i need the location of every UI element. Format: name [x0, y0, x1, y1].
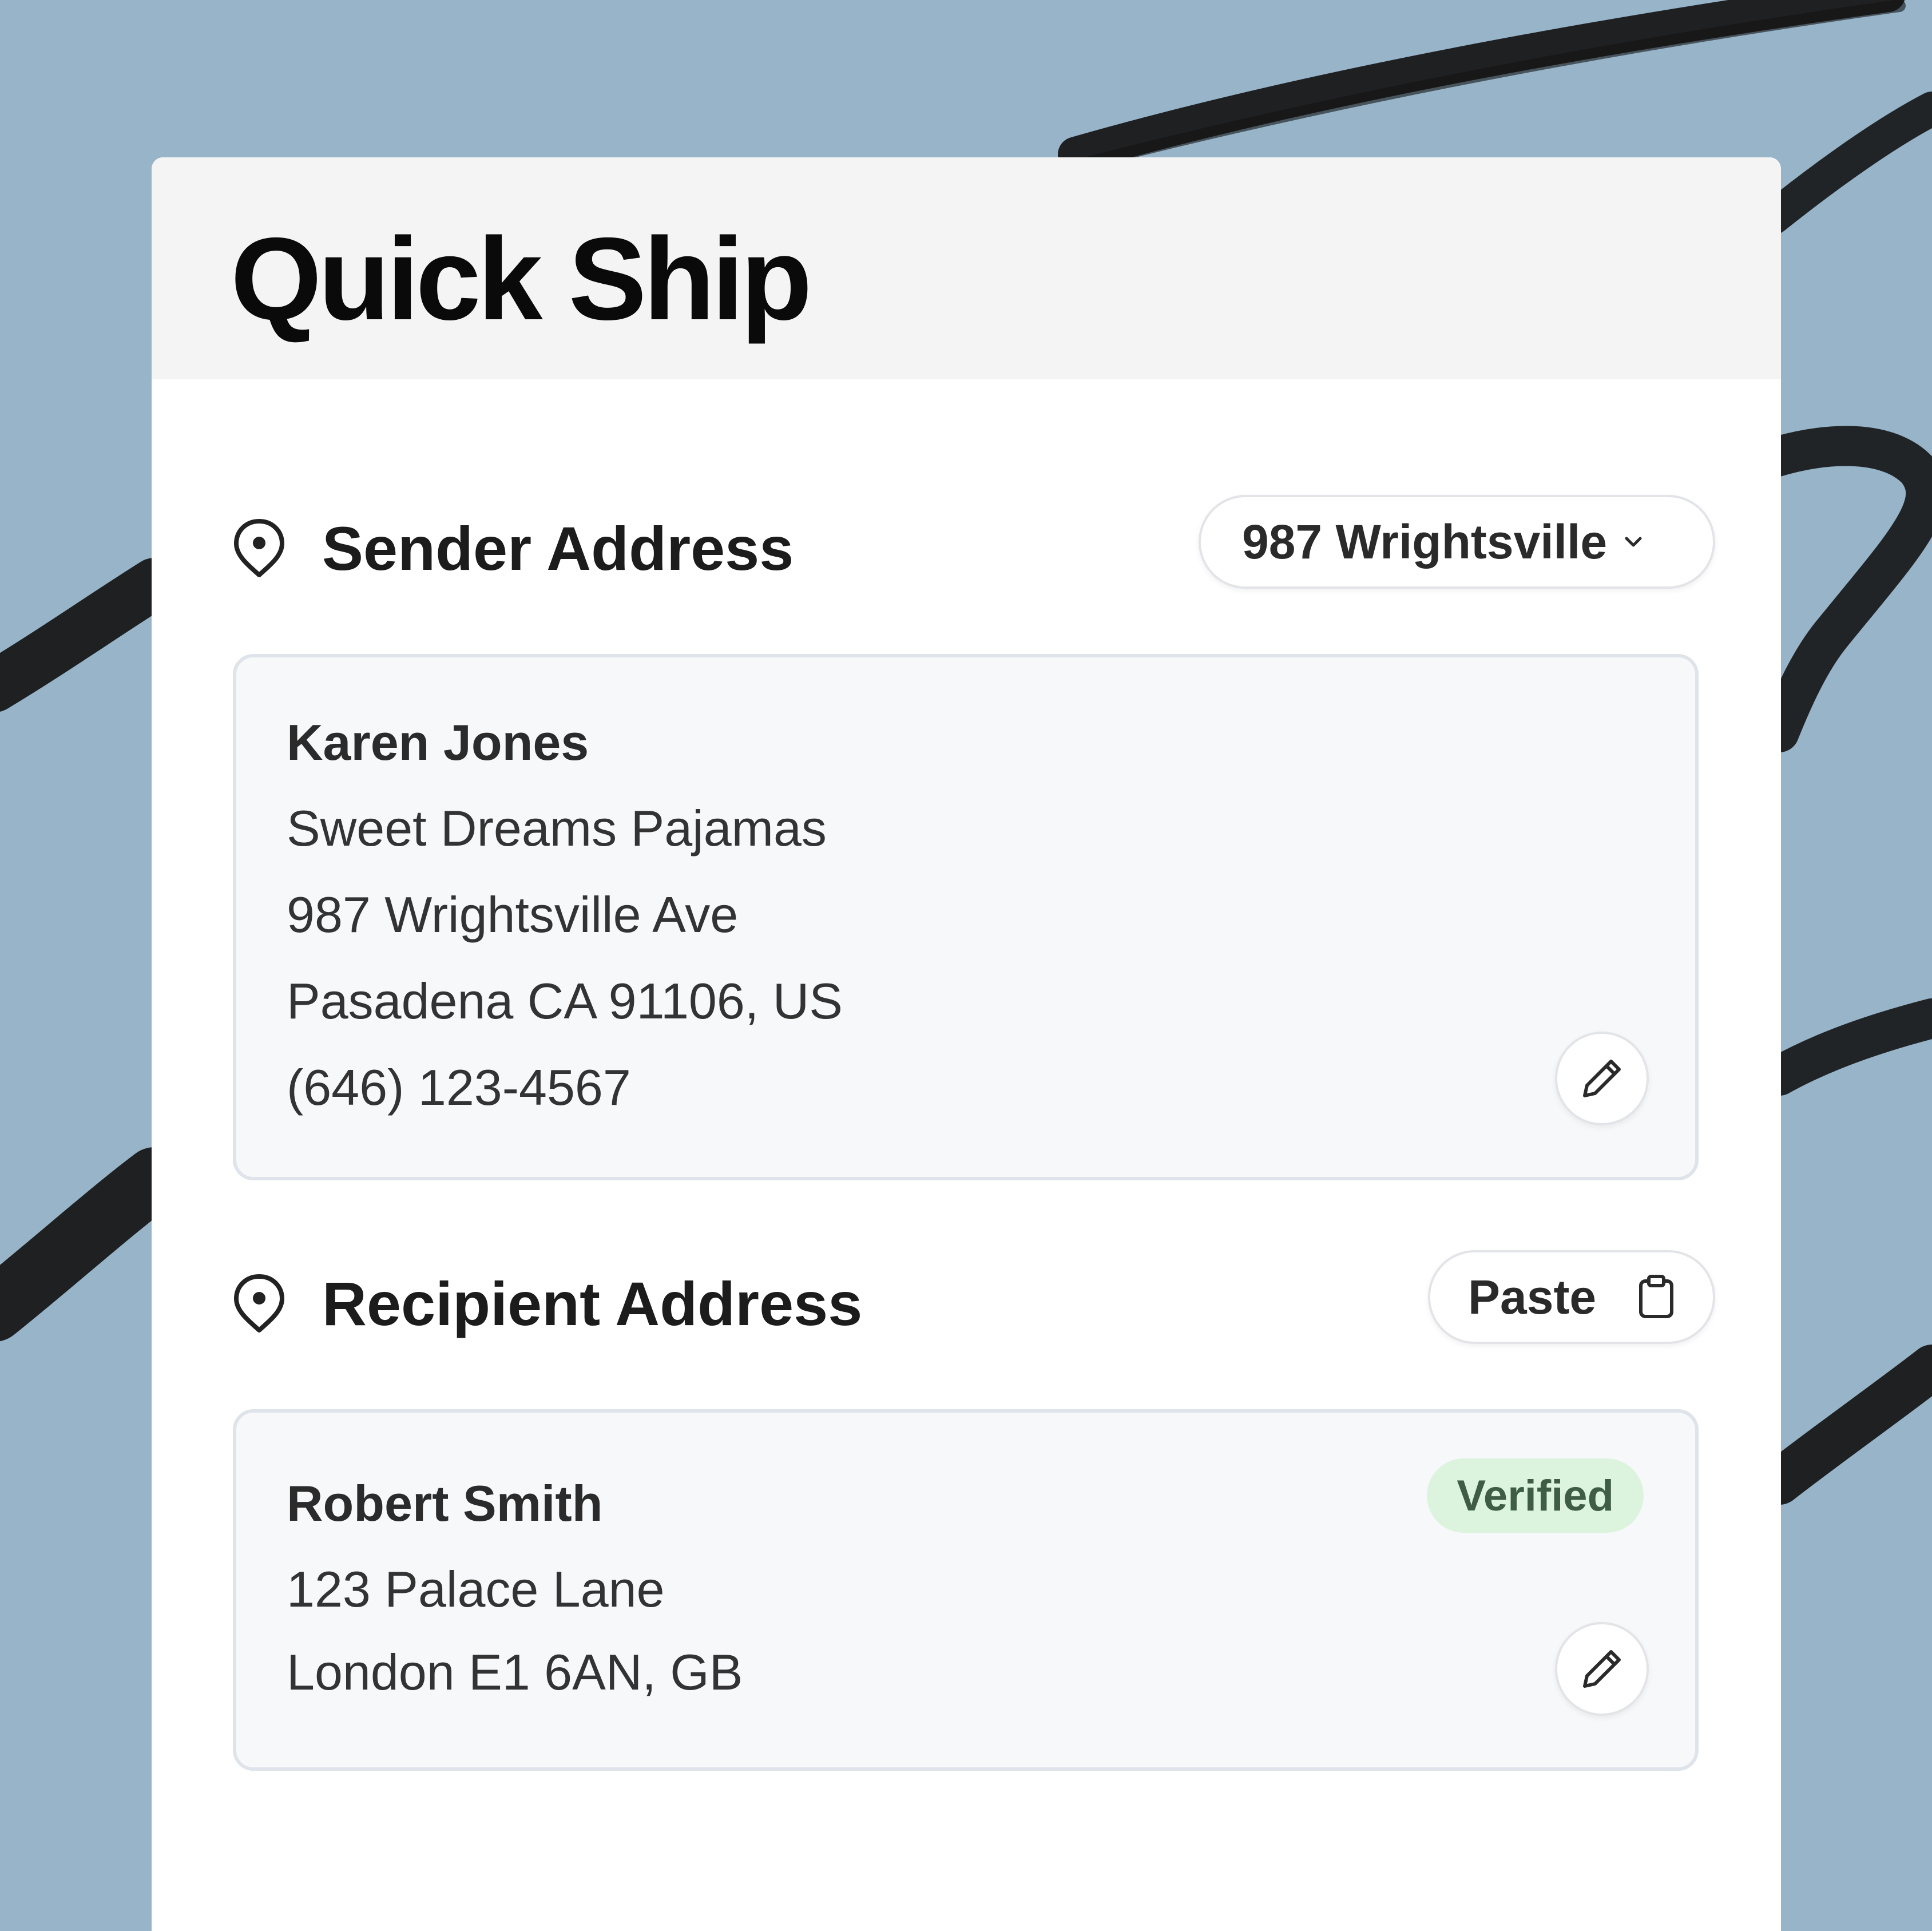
sender-address-select[interactable]: 987 Wrightsville	[1199, 495, 1715, 589]
sender-section-header: Sender Address 987 Wrightsville	[231, 495, 1715, 592]
sender-address-heading: Sender Address	[322, 514, 794, 583]
sender-name: Karen Jones	[287, 714, 589, 771]
page-title: Quick Ship	[231, 213, 812, 344]
sender-select-value: 987 Wrightsville	[1242, 514, 1608, 569]
sender-address-card: Karen Jones Sweet Dreams Pajamas 987 Wri…	[233, 654, 1699, 1180]
paste-label: Paste	[1468, 1270, 1597, 1324]
verified-status-badge: Verified	[1427, 1458, 1644, 1533]
paste-button[interactable]: Paste	[1428, 1250, 1715, 1344]
recipient-section-header: Recipient Address Paste	[231, 1250, 1715, 1347]
recipient-address-card: Robert Smith 123 Palace Lane London E1 6…	[233, 1409, 1699, 1771]
pencil-icon	[1583, 1650, 1621, 1688]
recipient-city-line: London E1 6AN, GB	[287, 1644, 743, 1700]
sender-city-line: Pasadena CA 91106, US	[287, 973, 843, 1029]
clipboard-icon	[1639, 1275, 1674, 1318]
sender-phone: (646) 123-4567	[287, 1059, 631, 1116]
edit-sender-button[interactable]	[1555, 1032, 1649, 1125]
pencil-icon	[1583, 1060, 1621, 1097]
sender-company: Sweet Dreams Pajamas	[287, 800, 827, 857]
quick-ship-card: Quick Ship Sender Address 987 Wrightsvil…	[152, 157, 1781, 1931]
map-pin-icon	[234, 519, 284, 577]
card-header: Quick Ship	[152, 157, 1781, 379]
recipient-street: 123 Palace Lane	[287, 1561, 665, 1617]
map-pin-icon	[234, 1274, 284, 1333]
recipient-name: Robert Smith	[287, 1475, 603, 1532]
sender-street: 987 Wrightsville Ave	[287, 886, 739, 943]
edit-recipient-button[interactable]	[1555, 1622, 1649, 1716]
recipient-address-heading: Recipient Address	[322, 1269, 863, 1338]
chevron-down-icon	[1625, 537, 1642, 547]
